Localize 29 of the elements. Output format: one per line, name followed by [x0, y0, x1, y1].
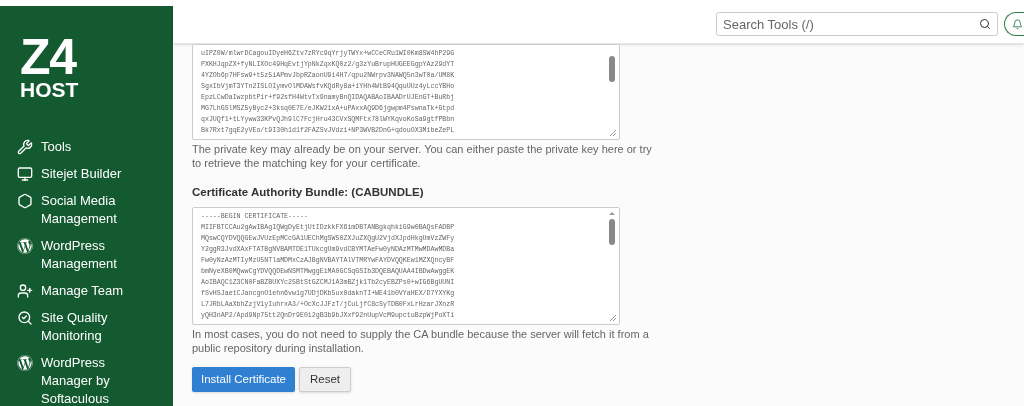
resize-grip-icon [609, 314, 617, 323]
help-text: The private key may already be on your server. You can either paste the private key here or try to retrieve the matching key for your certificate. [192, 142, 652, 170]
sidebar-item[interactable]: Tools [17, 138, 153, 156]
resize-grip-icon [609, 129, 617, 137]
text-area[interactable] [192, 207, 620, 326]
search-icon [979, 17, 991, 30]
wordpress-icon [17, 238, 33, 254]
logo-text: Z4 [20, 32, 76, 82]
sidebar-item[interactable]: Social Media Management [17, 192, 153, 228]
field-label: Certificate Authority Bundle: (CABUNDLE) [192, 185, 424, 200]
sidebar-item[interactable]: WordPress Manager by Softaculous [17, 354, 153, 406]
scrollbar-icon [608, 211, 616, 248]
help-text: In most cases, you do not need to supply the CA bundle because the server will fetch it from a public repository during installation. [192, 327, 650, 356]
text-area[interactable] [192, 44, 620, 140]
wordpress-icon [17, 355, 33, 371]
sidebar-item[interactable]: WordPress Management [17, 237, 153, 273]
wrench-icon [17, 139, 33, 155]
sidebar-item[interactable]: Sitejet Builder [17, 165, 153, 183]
user-plus-icon [17, 283, 33, 299]
sidebar-item[interactable]: Site Quality Monitoring [17, 309, 153, 345]
search-check-icon [17, 310, 33, 326]
hexagon-icon [17, 193, 33, 209]
search-field[interactable]: Search Tools (/) [716, 12, 998, 37]
monitor-icon [17, 166, 33, 182]
sidebar-item[interactable]: Manage Team [17, 282, 153, 300]
reset-button[interactable]: Reset [299, 367, 352, 393]
logo-text: HOST [20, 79, 79, 100]
bell-icon [1012, 18, 1023, 30]
install-button[interactable]: Install Certificate [192, 367, 295, 393]
